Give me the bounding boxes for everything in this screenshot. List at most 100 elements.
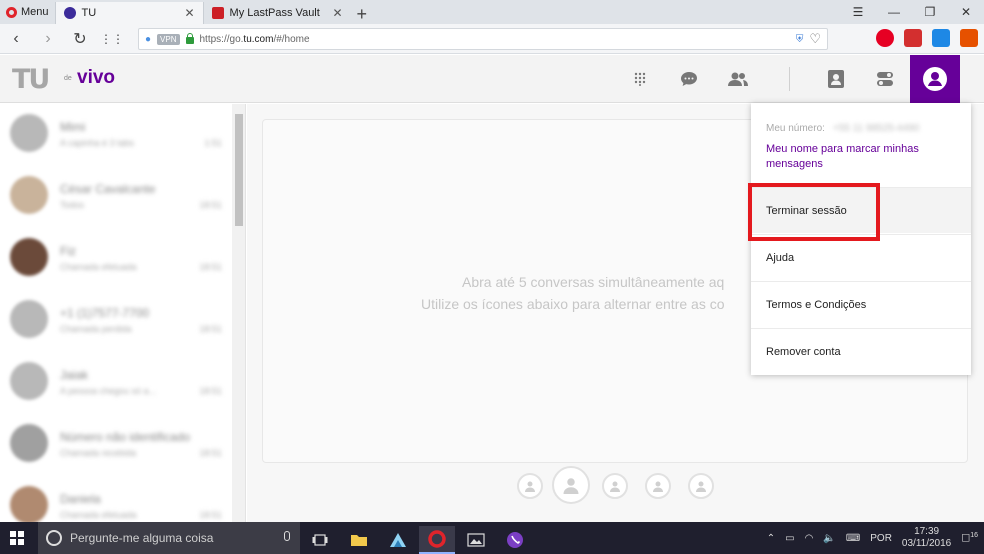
system-tray: ⌃ ▭ ◠ 🔈 ⌨ POR 17:39 03/11/2016 ☐16 (767, 522, 978, 554)
close-window-icon[interactable]: ✕ (948, 0, 984, 24)
edit-name-link[interactable]: Meu nome para marcar minhas mensagens (766, 142, 956, 172)
contact-time: 18:51 (199, 200, 222, 210)
notification-center-icon[interactable]: ☐16 (961, 532, 978, 544)
tu-app-icon[interactable] (497, 526, 533, 554)
extension-icon[interactable] (960, 29, 978, 47)
new-tab-button[interactable]: + (351, 4, 374, 24)
back-icon[interactable]: ‹ (0, 30, 32, 48)
contact-time: 18:51 (199, 386, 222, 396)
conversation-slot-4[interactable] (645, 473, 671, 499)
tab-title: TU (81, 7, 97, 19)
url-field[interactable]: ● VPN https://go.tu.com/#/home ⛨ ♡ (138, 28, 828, 50)
contact-last-message: Chamada efetuada (60, 262, 137, 272)
task-view-icon[interactable] (302, 526, 338, 554)
contact-name: Daniela (60, 492, 101, 506)
extension-icons (876, 29, 978, 47)
reload-icon[interactable]: ↻ (64, 29, 96, 49)
contacts-icon[interactable] (724, 65, 752, 93)
empty-state-line-2: Utilize os ícones abaixo para alternar e… (421, 296, 725, 312)
contact-name: +1 (1)7577-7700 (60, 306, 150, 320)
opera-menu-button[interactable]: Menu (0, 0, 55, 24)
contact-last-message: Chamada recebida (60, 448, 137, 458)
chevron-up-icon[interactable]: ⌃ (767, 533, 775, 544)
contact-list-item[interactable]: Fiz Chamada efetuada 18:51 (0, 228, 232, 290)
forward-icon[interactable]: › (32, 30, 64, 48)
contact-list-item[interactable]: Número não identificado Chamada recebida… (0, 414, 232, 476)
avatar (10, 300, 48, 338)
dialpad-icon[interactable] (626, 65, 654, 93)
volume-icon[interactable]: 🔈 (823, 533, 835, 544)
highlight-annotation-box (748, 183, 880, 241)
my-number-label: Meu número: (766, 123, 825, 134)
network-icon[interactable]: ◠ (805, 533, 814, 544)
conversation-slot-5[interactable] (688, 473, 714, 499)
user-icon (696, 481, 706, 492)
tab-tu[interactable]: TU ✕ (54, 2, 203, 24)
mic-icon: ● (145, 33, 152, 45)
contact-last-message: Chamada efetuada (60, 510, 137, 520)
file-explorer-icon[interactable] (341, 526, 377, 554)
contacts-sidebar: Mimi A capinha é 3 tabs 1:51 César Caval… (0, 104, 246, 522)
header-divider (789, 67, 790, 91)
contact-time: 1:51 (204, 138, 222, 148)
user-icon (653, 481, 663, 492)
lock-icon (185, 33, 194, 44)
pinterest-icon[interactable] (876, 29, 894, 47)
clock-time: 17:39 (914, 526, 940, 537)
photos-icon[interactable] (458, 526, 494, 554)
profile-button[interactable] (910, 55, 960, 103)
conversation-slot-3[interactable] (602, 473, 628, 499)
contact-last-message: Todos (60, 200, 85, 210)
windows-start-icon[interactable] (10, 531, 24, 545)
chat-icon[interactable] (675, 65, 703, 93)
contact-name: Jaiak (60, 368, 89, 382)
keyboard-icon[interactable]: ⌨ (846, 533, 860, 544)
empty-state-line-1: Abra até 5 conversas simultâneamente aq (462, 274, 725, 290)
add-extension-icon[interactable] (932, 29, 950, 47)
contact-last-message: A capinha é 3 tabs (60, 138, 135, 148)
tab-lastpass[interactable]: My LastPass Vault ✕ (202, 2, 351, 24)
windows-taskbar: Pergunte-me alguma coisa ⌃ ▭ ◠ 🔈 ⌨ POR 1… (0, 522, 984, 554)
app-shortcut-icon[interactable] (380, 526, 416, 554)
contact-name: César Cavalcante (60, 182, 156, 196)
battery-icon[interactable]: ▭ (785, 533, 794, 544)
sidebar-scrollbar-thumb[interactable] (235, 114, 243, 226)
window-controls: ☰ — ❐ ✕ (840, 0, 984, 24)
tab-menu-icon[interactable]: ☰ (840, 0, 876, 24)
menu-item-remove-account[interactable]: Remover conta (751, 328, 971, 374)
microphone-icon[interactable] (284, 531, 290, 541)
conversation-slot-2[interactable] (552, 466, 590, 504)
close-tab-icon[interactable]: ✕ (332, 6, 342, 20)
avatar (10, 176, 48, 214)
vpn-badge[interactable]: VPN (157, 33, 180, 45)
contact-list-item[interactable]: Jaiak A pessoa chegou só a... 18:51 (0, 352, 232, 414)
contact-list-item[interactable]: César Cavalcante Todos 18:51 (0, 166, 232, 228)
my-number-value: +55 11 98525-4490 (833, 123, 920, 134)
settings-toggle-icon[interactable] (871, 65, 899, 93)
browser-tab-bar: Menu TU ✕ My LastPass Vault ✕ + ☰ — ❐ ✕ (0, 0, 984, 24)
contact-list-item[interactable]: Mimi A capinha é 3 tabs 1:51 (0, 104, 232, 166)
minimize-icon[interactable]: — (876, 0, 912, 24)
user-icon (610, 481, 620, 492)
bookmark-heart-icon[interactable]: ♡ (809, 31, 821, 47)
conversation-slot-1[interactable] (517, 473, 543, 499)
contact-time: 18:51 (199, 510, 222, 520)
user-icon (563, 478, 579, 494)
opera-taskbar-icon[interactable] (419, 526, 455, 554)
speed-dial-icon[interactable]: ⋮⋮ (96, 32, 128, 46)
contact-list-item[interactable]: Daniela Chamada efetuada 18:51 (0, 476, 232, 522)
cortana-search-box[interactable]: Pergunte-me alguma coisa (38, 522, 300, 554)
maximize-icon[interactable]: ❐ (912, 0, 948, 24)
contact-name: Número não identificado (60, 430, 191, 444)
contact-list-item[interactable]: +1 (1)7577-7700 Chamada perdida 18:51 (0, 290, 232, 352)
contact-last-message: Chamada perdida (60, 324, 132, 334)
logo-de: de (64, 75, 72, 82)
avatar (10, 424, 48, 462)
close-tab-icon[interactable]: ✕ (184, 6, 194, 20)
adblock-icon[interactable]: ⛨ (796, 34, 804, 45)
menu-item-terms[interactable]: Termos e Condições (751, 281, 971, 327)
phonebook-icon[interactable] (822, 65, 850, 93)
clock[interactable]: 17:39 03/11/2016 (902, 526, 951, 550)
lastpass-icon[interactable] (904, 29, 922, 47)
language-indicator[interactable]: POR (870, 533, 892, 544)
